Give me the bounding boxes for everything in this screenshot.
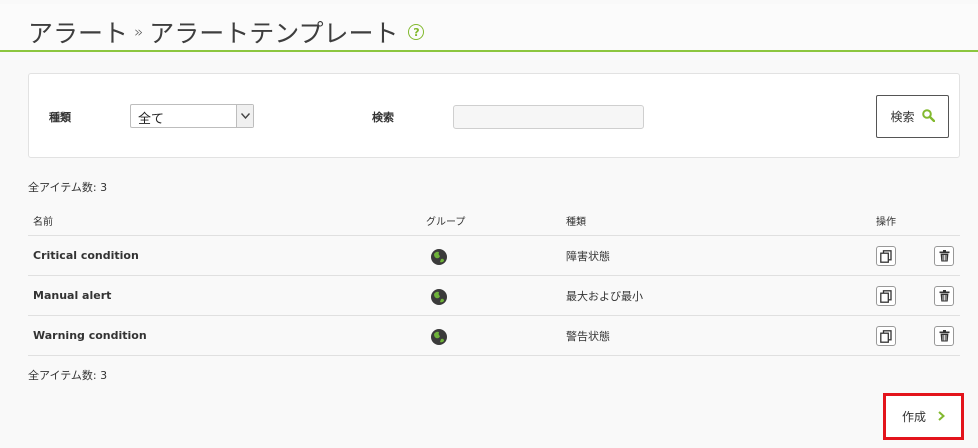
template-name-link[interactable]: Manual alert bbox=[33, 289, 111, 302]
search-filter-label: 検索 bbox=[372, 111, 394, 124]
copy-icon bbox=[880, 289, 892, 303]
delete-button[interactable] bbox=[934, 246, 954, 266]
page-header: アラート » アラートテンプレート ? bbox=[0, 4, 978, 52]
delete-button[interactable] bbox=[934, 326, 954, 346]
template-type: 障害状態 bbox=[566, 250, 610, 263]
search-button-label: 検索 bbox=[890, 110, 915, 124]
copy-button[interactable] bbox=[876, 286, 896, 306]
page-title: アラートテンプレート bbox=[149, 19, 399, 48]
item-count-top: 全アイテム数: 3 bbox=[28, 181, 108, 194]
globe-icon bbox=[430, 288, 448, 309]
search-icon bbox=[921, 108, 935, 125]
column-header-name: 名前 bbox=[33, 217, 53, 228]
table-header: 名前 グループ 種類 操作 bbox=[28, 204, 960, 236]
search-input[interactable] bbox=[453, 105, 644, 129]
globe-icon bbox=[430, 328, 448, 349]
delete-button[interactable] bbox=[934, 286, 954, 306]
filter-panel: 種類 全て 検索 検索 bbox=[28, 73, 960, 158]
copy-icon bbox=[880, 329, 892, 343]
trash-icon bbox=[939, 330, 949, 342]
chevron-down-icon[interactable] bbox=[236, 105, 253, 127]
template-type: 最大および最小 bbox=[566, 290, 643, 303]
type-select-value: 全て bbox=[138, 112, 165, 127]
create-button-label: 作成 bbox=[901, 410, 926, 424]
alert-template-table: 名前 グループ 種類 操作 Critical condition 障害状態 Ma… bbox=[28, 204, 960, 356]
column-header-type: 種類 bbox=[566, 217, 586, 228]
copy-icon bbox=[880, 249, 892, 263]
breadcrumb: アラート » アラートテンプレート ? bbox=[28, 14, 425, 50]
help-icon[interactable]: ? bbox=[408, 24, 425, 40]
create-button-highlight: 作成 bbox=[883, 393, 964, 440]
column-header-actions: 操作 bbox=[876, 217, 896, 228]
template-name-link[interactable]: Warning condition bbox=[33, 329, 147, 342]
table-row: Manual alert 最大および最小 bbox=[28, 276, 960, 316]
item-count-bottom: 全アイテム数: 3 bbox=[28, 369, 108, 382]
breadcrumb-root[interactable]: アラート bbox=[28, 14, 128, 50]
search-button[interactable]: 検索 bbox=[876, 95, 949, 138]
table-row: Critical condition 障害状態 bbox=[28, 236, 960, 276]
column-header-group: グループ bbox=[426, 217, 466, 228]
create-button[interactable]: 作成 bbox=[886, 396, 961, 437]
template-type: 警告状態 bbox=[566, 330, 610, 343]
copy-button[interactable] bbox=[876, 326, 896, 346]
template-name-link[interactable]: Critical condition bbox=[33, 249, 139, 262]
table-row: Warning condition 警告状態 bbox=[28, 316, 960, 356]
trash-icon bbox=[939, 250, 949, 262]
trash-icon bbox=[939, 290, 949, 302]
breadcrumb-separator: » bbox=[134, 23, 144, 41]
globe-icon bbox=[430, 248, 448, 269]
chevron-right-icon bbox=[938, 409, 946, 425]
type-select[interactable]: 全て bbox=[130, 104, 254, 128]
copy-button[interactable] bbox=[876, 246, 896, 266]
type-filter-label: 種類 bbox=[49, 111, 71, 124]
